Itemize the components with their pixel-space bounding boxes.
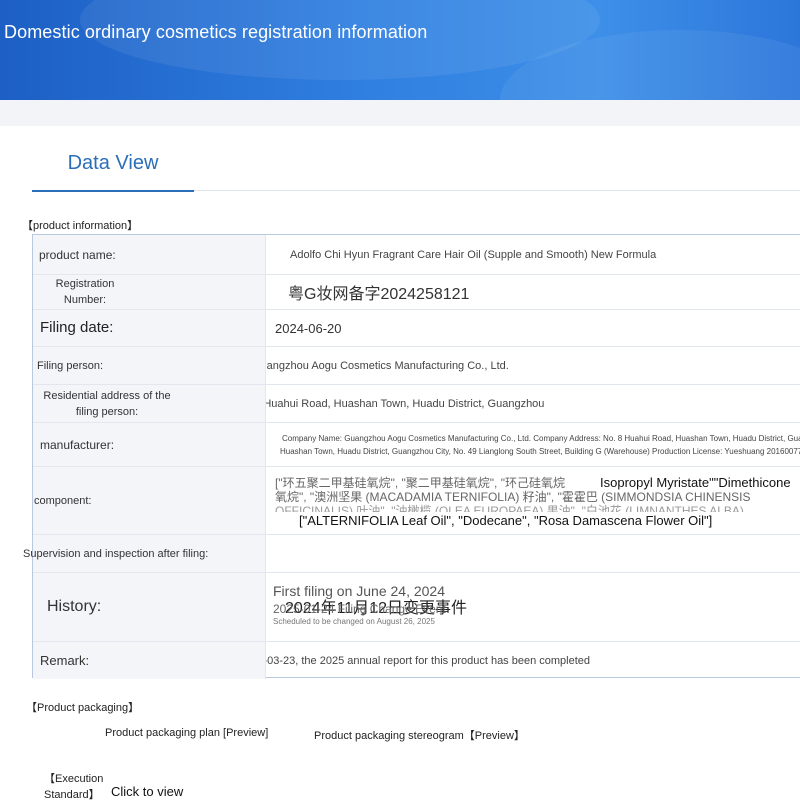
component-line-3: OFFICINALIS) 叶油", "油橄榄 (OLEA EUROPAEA) 果… [275,504,744,512]
remark-label: Remark: [33,642,266,679]
filing-date-value: 2024-06-20 [275,320,342,336]
residential-address-label: Residential address of the filing person… [43,389,171,418]
remark-value: 2026-03-23, the 2025 annual report for t… [266,654,591,667]
component-line-4: ["ALTERNIFOLIA Leaf Oil", "Dodecane", "R… [299,513,713,528]
history-line-3: 2025-01-24 Filing Change Event [273,602,446,616]
residential-address-value: No. 8 Huahui Road, Huashan Town, Huadu D… [266,397,545,410]
component-line-1-overlay: Isopropyl Myristate""Dimethicone [597,476,794,490]
component-line-1: ["环五聚二甲基硅氧烷", "聚二甲基硅氧烷", "环己硅氧烷 [275,476,565,490]
manufacturer-label: manufacturer: [33,423,266,466]
supervision-value [266,535,800,572]
tab-data-view-label: Data View [67,152,159,174]
product-name-label: product name: [33,235,266,274]
history-line-4: Scheduled to be changed on August 26, 20… [273,617,435,626]
row-remark: Remark: 2026-03-23, the 2025 annual repo… [33,642,800,679]
page-title: Domestic ordinary cosmetics registration… [4,22,428,42]
product-name-value: Adolfo Chi Hyun Fragrant Care Hair Oil (… [290,248,657,261]
row-filing-date: Filing date: 2024-06-20 [33,310,800,347]
filing-date-label: Filing date: [33,310,266,346]
row-residential-address: Residential address of the filing person… [33,385,800,423]
component-line-2: 氧烷", "澳洲坚果 (MACADAMIA TERNIFOLIA) 籽油", "… [275,490,751,504]
row-manufacturer: manufacturer: Company Name: Guangzhou Ao… [33,423,800,467]
row-filing-person: Filing person: Guangzhou Aogu Cosmetics … [33,347,800,385]
banner-gap [0,100,800,126]
tab-bar: Data View [0,126,800,192]
supervision-label: Supervision and inspection after filing: [23,547,209,560]
history-label: History: [33,573,266,641]
component-label: component: [33,467,266,534]
row-component: component: ["环五聚二甲基硅氧烷", "聚二甲基硅氧烷", "环己硅… [33,467,800,535]
packaging-plan-preview-link[interactable]: Product packaging plan [Preview] [105,727,268,739]
manufacturer-line-2: Huashan Town, Huadu District, Guangzhou … [280,447,800,456]
row-history: History: First filing on June 24, 2024 2… [33,573,800,642]
filing-person-value: Guangzhou Aogu Cosmetics Manufacturing C… [266,359,509,372]
section-product-information: 【product information】 [22,220,139,232]
header-banner: Domestic ordinary cosmetics registration… [0,0,800,100]
packaging-stereogram-preview-link[interactable]: Product packaging stereogram【Preview】 [314,727,525,743]
row-supervision: Supervision and inspection after filing: [23,535,800,573]
tab-divider [194,190,800,191]
click-to-view-link[interactable]: Click to view [111,784,183,799]
product-info-table: product name: Adolfo Chi Hyun Fragrant C… [23,234,800,679]
tab-data-view[interactable]: Data View [32,152,194,192]
manufacturer-line-1: Company Name: Guangzhou Aogu Cosmetics M… [282,434,800,443]
filing-person-label: Filing person: [33,347,266,384]
row-product-name: product name: Adolfo Chi Hyun Fragrant C… [33,235,800,275]
section-product-packaging: 【Product packaging】 [26,702,140,714]
registration-number-label: Registration Number: [55,278,115,306]
row-registration-number: Registration Number: 粤G妆网备字2024258121 [33,275,800,310]
registration-number-value: 粤G妆网备字2024258121 [288,286,470,303]
execution-standard-label: 【Execution Standard】 [44,773,104,801]
